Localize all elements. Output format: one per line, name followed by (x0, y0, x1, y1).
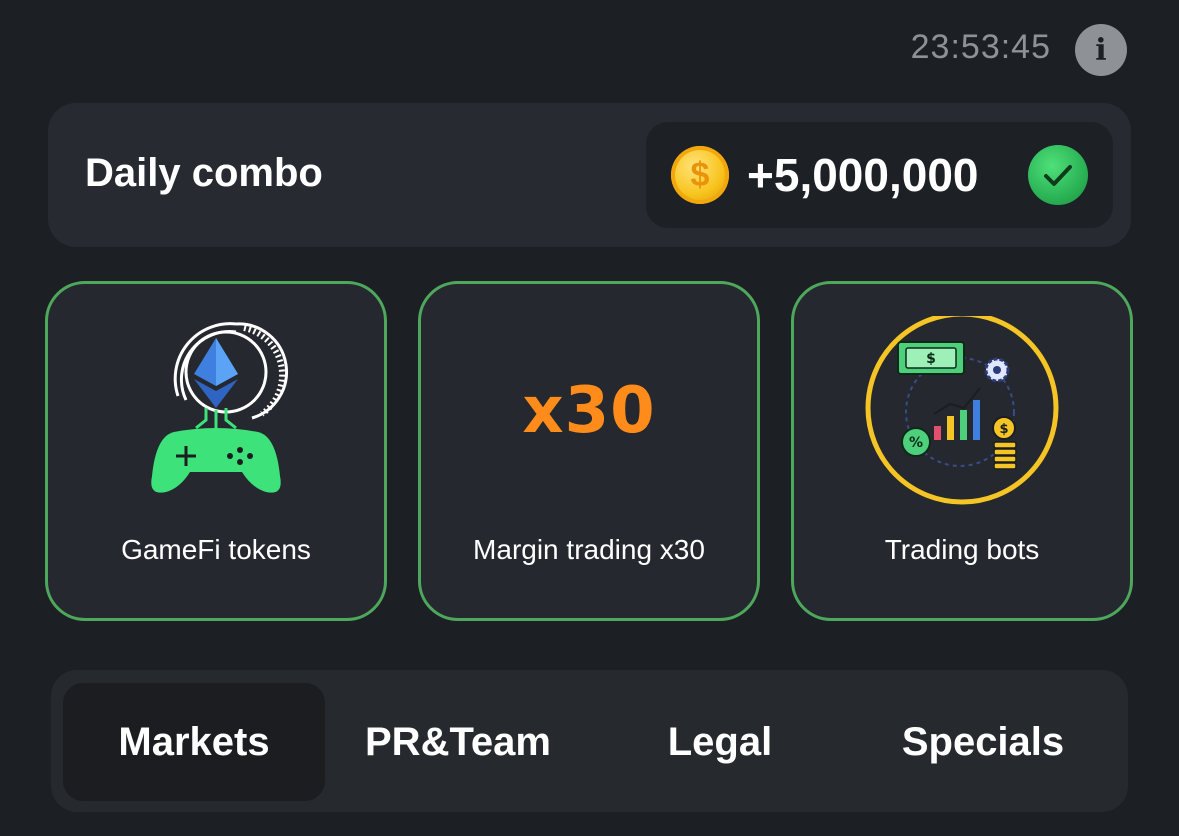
x30-art: x30 (421, 316, 757, 506)
info-icon[interactable]: i (1075, 24, 1127, 76)
daily-combo-reward: $ +5,000,000 (646, 122, 1113, 228)
check-icon (1028, 145, 1088, 205)
combo-card-trading-bots[interactable]: $ % $ Trading bots (791, 281, 1133, 621)
tab-legal[interactable]: Legal (589, 683, 851, 801)
tab-pr-team[interactable]: PR&Team (327, 683, 589, 801)
gamepad-ethereum-icon (48, 316, 384, 506)
svg-text:$: $ (926, 351, 936, 367)
svg-text:%: % (909, 435, 923, 451)
daily-combo-panel: Daily combo $ +5,000,000 (48, 103, 1131, 247)
trading-bot-icon: $ % $ (794, 316, 1130, 506)
tab-specials[interactable]: Specials (852, 683, 1114, 801)
x30-text: x30 (522, 374, 656, 448)
reward-amount: +5,000,000 (747, 149, 979, 201)
coin-icon: $ (671, 146, 729, 204)
combo-card-gamefi-tokens[interactable]: GameFi tokens (45, 281, 387, 621)
card-label: Margin trading x30 (473, 534, 705, 565)
combo-card-margin-trading[interactable]: x30 Margin trading x30 (418, 281, 760, 621)
combo-countdown-timer: 23:53:45 (910, 28, 1051, 66)
card-label: Trading bots (884, 534, 1040, 565)
daily-combo-title: Daily combo (85, 151, 323, 195)
tab-markets[interactable]: Markets (63, 683, 325, 801)
card-label: GameFi tokens (121, 534, 311, 565)
svg-text:$: $ (999, 422, 1008, 437)
category-tabs: Markets PR&Team Legal Specials (51, 670, 1128, 812)
mine-screen: 23:53:45 i Daily combo $ +5,000,000 Game… (0, 0, 1179, 836)
